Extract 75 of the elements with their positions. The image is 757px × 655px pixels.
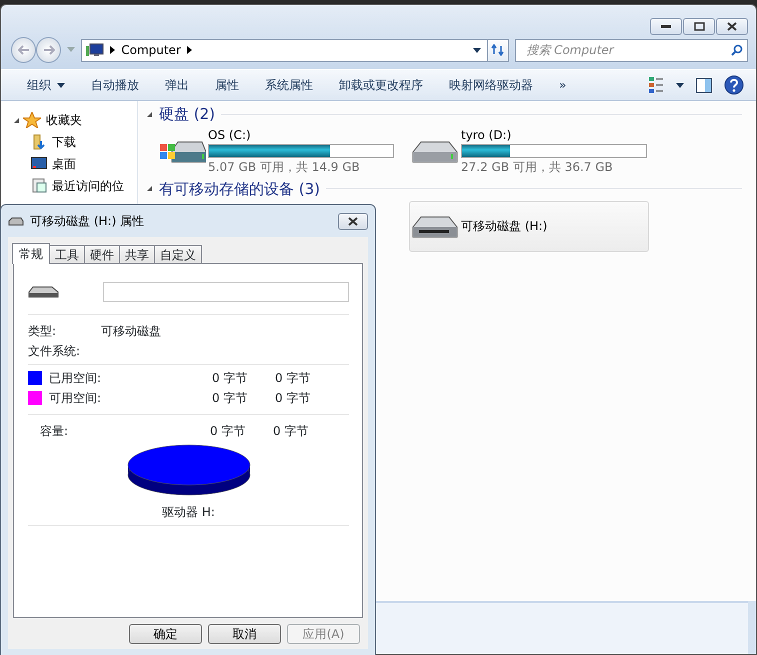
type-label: 类型: (28, 323, 58, 340)
chevron-icon (186, 46, 192, 54)
drive-tile[interactable]: 可移动磁盘 (H:) (409, 200, 649, 252)
size-value: 0 字节 (273, 423, 308, 440)
close-icon (348, 216, 358, 226)
dialog-button[interactable]: 确定 (129, 624, 202, 644)
recent-places-icon (31, 178, 47, 194)
dialog-button[interactable]: 取消 (208, 624, 281, 644)
close-button[interactable] (338, 212, 368, 230)
size-value: 0 字节 (275, 370, 310, 387)
sidebar-item[interactable]: 最近访问的位 (31, 175, 124, 197)
forward-arrow-icon (42, 45, 55, 55)
drive-tile[interactable]: OS (C:) 5.07 GB 可用，共 14.9 GB (156, 126, 396, 177)
tab[interactable]: 硬件 (84, 245, 120, 263)
tab[interactable]: 自定义 (154, 245, 202, 263)
toolbar-button[interactable]: 卸载或更改程序 (329, 73, 433, 97)
close-icon (727, 22, 737, 31)
drive-space: 5.07 GB 可用，共 14.9 GB (208, 160, 361, 175)
group-title: 硬盘 (2) (159, 104, 216, 125)
dialog-title: 可移动磁盘 (H:) 属性 (30, 213, 146, 230)
toolbar-button[interactable]: 组织 (17, 73, 75, 97)
tab[interactable]: 共享 (119, 245, 155, 263)
toolbar-button[interactable]: 自动播放 (81, 73, 149, 97)
drive-name: OS (C:) (208, 128, 252, 142)
address-bar[interactable]: Computer (81, 38, 488, 62)
drive-name: tyro (D:) (461, 128, 512, 142)
toolbar-button[interactable]: 系统属性 (255, 73, 323, 97)
search-field[interactable]: 搜索 Computer (515, 38, 748, 62)
preview-pane-icon[interactable] (696, 78, 712, 92)
breadcrumb[interactable]: Computer (121, 41, 181, 59)
sidebar-item[interactable]: 桌面 (31, 153, 76, 175)
removable-drive-icon (8, 216, 24, 226)
byte-count: 0 字节 (212, 370, 248, 387)
toolbar-button[interactable]: 属性 (205, 73, 249, 97)
back-arrow-icon (18, 45, 30, 55)
name-field[interactable] (103, 282, 349, 302)
space-label: 可用空间: (49, 390, 102, 407)
size-value: 0 字节 (275, 390, 310, 407)
type-value: 可移动磁盘 (101, 323, 161, 340)
desktop-icon (31, 156, 47, 172)
toolbar-button[interactable]: 弹出 (155, 73, 199, 97)
tab[interactable]: 工具 (49, 245, 85, 263)
drive-name: 可移动磁盘 (H:) (461, 219, 548, 234)
computer-icon (86, 43, 104, 57)
close-button[interactable] (716, 18, 748, 35)
capacity-label: 容量: (40, 423, 70, 440)
space-label: 已用空间: (49, 370, 102, 387)
view-icon[interactable] (649, 77, 664, 93)
maximize-icon (694, 22, 704, 31)
sidebar-item[interactable]: 下载 (31, 131, 76, 153)
minimize-icon (661, 24, 671, 28)
download-folder-icon (31, 134, 47, 150)
drive-label: 驱动器 H: (162, 504, 215, 521)
file-system-label: 文件系统: (28, 343, 80, 360)
sidebar-item[interactable]: 收藏夹 (23, 109, 82, 131)
byte-count: 0 字节 (210, 423, 246, 440)
search-icon[interactable] (731, 44, 744, 56)
star-icon (23, 112, 41, 128)
maximize-button[interactable] (683, 18, 715, 35)
group-title: 有可移动存储的设备 (3) (159, 178, 320, 200)
toolbar-button[interactable]: 映射网络驱动器 (439, 73, 543, 97)
caret-icon (676, 82, 684, 88)
dropdown-caret-icon[interactable] (472, 48, 481, 52)
chevron-icon (110, 46, 116, 54)
removable-drive-icon (28, 284, 60, 300)
drive-space: 27.2 GB 可用，共 36.7 GB (461, 160, 614, 175)
refresh-icon (491, 44, 506, 56)
byte-count: 0 字节 (212, 390, 248, 407)
toolbar-button[interactable]: » (549, 73, 576, 97)
caret-icon (57, 82, 65, 88)
drive-tile[interactable]: tyro (D:) 27.2 GB 可用，共 36.7 GB (409, 126, 649, 177)
minimize-button[interactable] (650, 18, 682, 35)
help-icon[interactable] (724, 75, 744, 95)
tab[interactable]: 常规 (12, 243, 50, 264)
refresh-button[interactable] (488, 38, 510, 62)
